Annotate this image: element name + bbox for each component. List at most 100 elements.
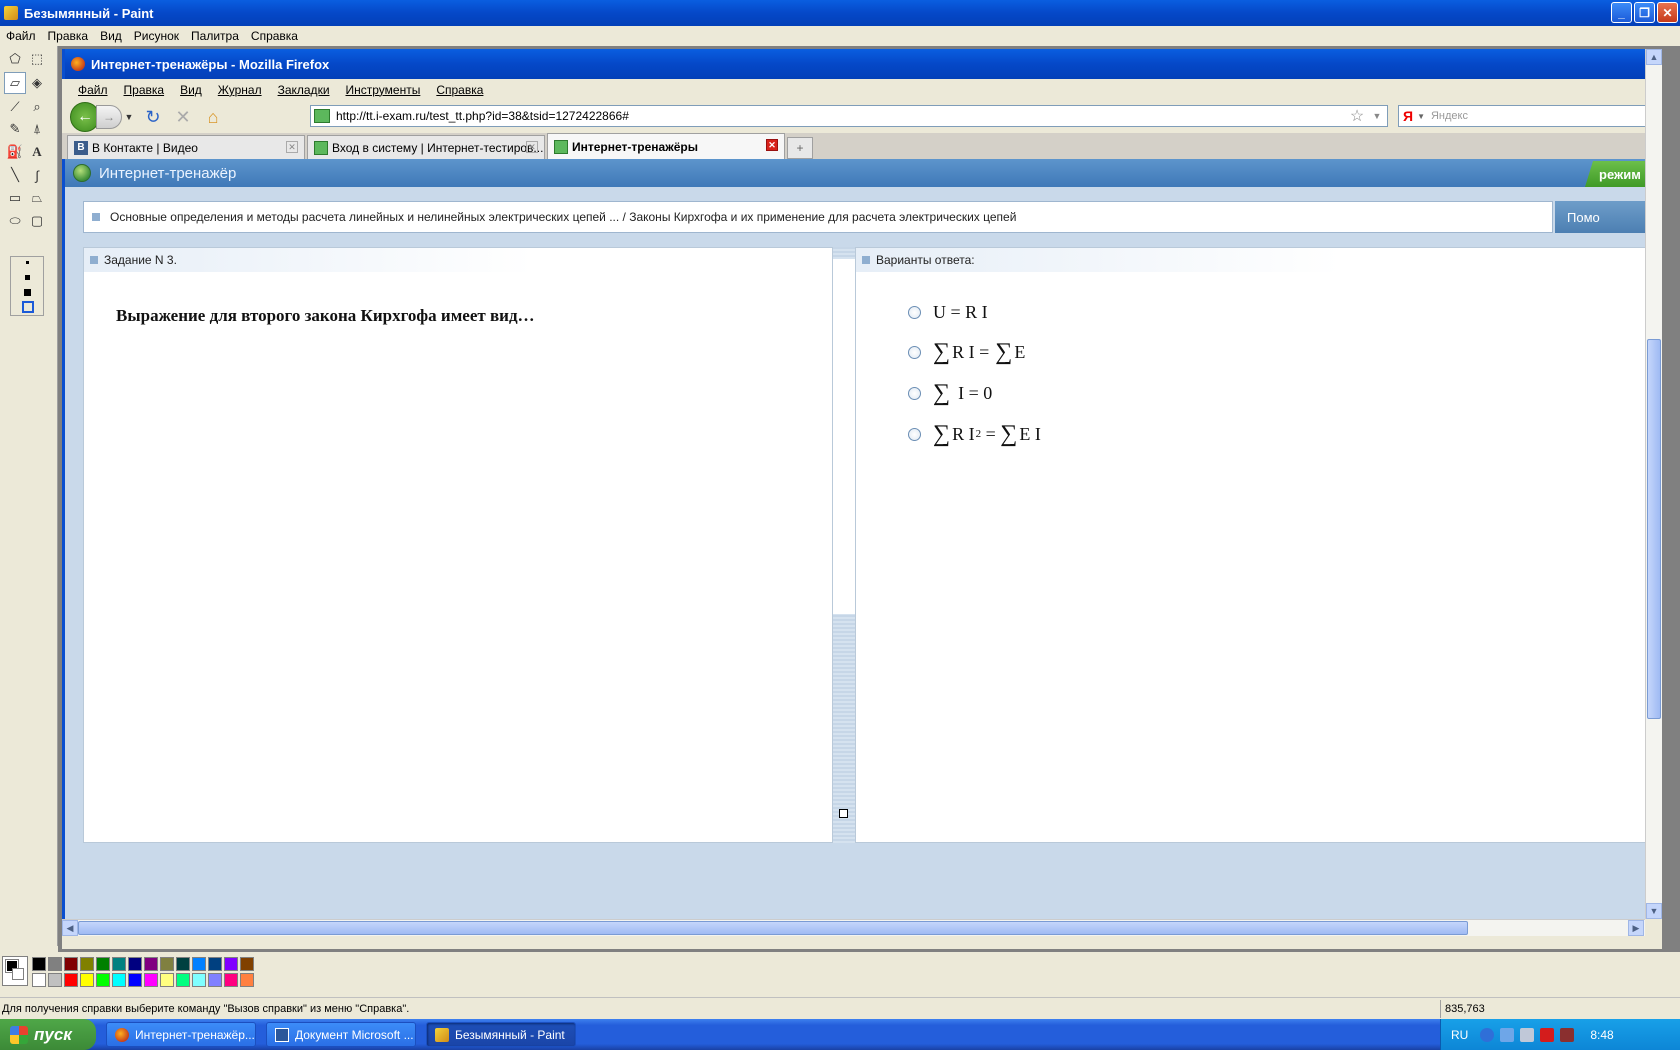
color-swatch[interactable] [80, 973, 94, 987]
color-swatch[interactable] [80, 957, 94, 971]
answer-option-3[interactable]: ∑ I = 0 [908, 381, 992, 405]
speaker-icon[interactable] [1520, 1027, 1535, 1042]
ellipse-icon[interactable]: ⬭ [4, 210, 26, 232]
color-swatch[interactable] [176, 973, 190, 987]
url-bar[interactable]: http://tt.i-exam.ru/test_tt.php?id=38&ts… [310, 105, 1388, 127]
color-swatch[interactable] [128, 957, 142, 971]
color-swatch[interactable] [112, 957, 126, 971]
polygon-icon[interactable]: ⏢ [26, 187, 48, 209]
vertical-scroll-thumb[interactable] [1647, 339, 1661, 719]
network-icon[interactable] [1500, 1027, 1515, 1042]
color-swatch[interactable] [240, 957, 254, 971]
menu-edit[interactable]: Правка [42, 29, 95, 43]
color-swatch[interactable] [192, 957, 206, 971]
app-tray-icon[interactable] [1560, 1027, 1575, 1042]
color-swatch[interactable] [64, 957, 78, 971]
color-swatch[interactable] [128, 973, 142, 987]
resize-handle[interactable] [839, 809, 848, 818]
ff-menu-file[interactable]: Файл [70, 83, 116, 97]
rect-select-icon[interactable]: ⬚ [26, 48, 48, 70]
chevron-icon[interactable] [1480, 1027, 1495, 1042]
eraser-size-options[interactable] [10, 256, 44, 316]
search-engine-dropdown-icon[interactable]: ▼ [1417, 112, 1425, 121]
tab-close-icon[interactable]: ✕ [526, 141, 538, 153]
rounded-rect-icon[interactable]: ▢ [26, 210, 48, 232]
color-swatch[interactable] [240, 973, 254, 987]
answer-option-1[interactable]: U = R I [908, 302, 988, 323]
forward-button[interactable]: → [96, 105, 122, 129]
eraser-icon[interactable]: ▱ [4, 72, 26, 94]
text-tool-icon[interactable]: A [26, 141, 48, 163]
color-swatch[interactable] [192, 973, 206, 987]
language-indicator[interactable]: RU [1451, 1028, 1468, 1042]
tab-close-icon[interactable]: ✕ [286, 141, 298, 153]
paint-title-bar[interactable]: Безымянный - Paint _ ❐ ✕ [0, 0, 1680, 26]
color-swatch[interactable] [112, 973, 126, 987]
curve-icon[interactable]: ∫ [26, 164, 48, 186]
color-swatch[interactable] [48, 957, 62, 971]
scroll-right-icon[interactable]: ▶ [1628, 920, 1644, 936]
ff-menu-help[interactable]: Справка [428, 83, 491, 97]
radio-button[interactable] [908, 386, 921, 400]
ff-menu-edit[interactable]: Правка [116, 83, 173, 97]
url-text[interactable]: http://tt.i-exam.ru/test_tt.php?id=38&ts… [336, 109, 1347, 123]
pencil-icon[interactable]: ✎ [4, 118, 26, 140]
url-dropdown-icon[interactable]: ▼ [1367, 111, 1387, 121]
color-swatch[interactable] [144, 957, 158, 971]
radio-button[interactable] [908, 345, 921, 359]
color-swatch[interactable] [224, 973, 238, 987]
scroll-up-icon[interactable]: ▲ [1646, 49, 1662, 65]
color-swatch[interactable] [48, 973, 62, 987]
site-identity-icon[interactable] [314, 109, 330, 123]
color-swatch[interactable] [160, 957, 174, 971]
yandex-logo[interactable]: Я [1399, 108, 1417, 124]
start-button[interactable]: пуск [0, 1019, 96, 1050]
menu-view[interactable]: Вид [94, 29, 128, 43]
answer-option-2[interactable]: ∑ R I = ∑ E [908, 340, 1025, 364]
color-swatch[interactable] [32, 957, 46, 971]
color-swatch[interactable] [64, 973, 78, 987]
color-swatch[interactable] [32, 973, 46, 987]
tab-login[interactable]: Вход в систему | Интернет-тестиров... ✕ [307, 135, 545, 159]
answer-option-4[interactable]: ∑ R I 2 = ∑ E I [908, 422, 1041, 446]
taskbar-item-paint[interactable]: Безымянный - Paint [426, 1022, 576, 1047]
tab-trainer[interactable]: Интернет-тренажёры ✕ [547, 133, 785, 159]
antivirus-icon[interactable] [1540, 1027, 1555, 1042]
reload-icon[interactable]: ↻ [140, 104, 166, 130]
ff-menu-view[interactable]: Вид [172, 83, 210, 97]
tab-close-icon[interactable]: ✕ [766, 139, 778, 151]
eraser-size-selected[interactable] [22, 301, 34, 313]
bookmark-star-icon[interactable]: ☆ [1347, 106, 1367, 126]
scroll-left-icon[interactable]: ◀ [62, 920, 78, 936]
search-input[interactable]: Я ▼ Яндекс [1398, 105, 1662, 127]
magnifier-icon[interactable]: ⌕ [26, 96, 48, 118]
ff-menu-history[interactable]: Журнал [210, 83, 270, 97]
close-button[interactable]: ✕ [1657, 2, 1678, 23]
home-icon[interactable]: ⌂ [200, 104, 226, 130]
menu-file[interactable]: Файл [0, 29, 42, 43]
color-swatch[interactable] [176, 957, 190, 971]
taskbar-item-firefox[interactable]: Интернет-тренажёр... [106, 1022, 256, 1047]
color-swatch[interactable] [208, 973, 222, 987]
firefox-window[interactable]: Интернет-тренажёры - Mozilla Firefox Фай… [62, 49, 1662, 949]
fill-bucket-icon[interactable]: ◈ [26, 72, 48, 94]
ff-menu-bookmarks[interactable]: Закладки [270, 83, 338, 97]
background-color[interactable] [12, 968, 24, 980]
minimize-button[interactable]: _ [1611, 2, 1632, 23]
vertical-scrollbar[interactable]: ▲ ▼ [1645, 49, 1662, 919]
menu-palette[interactable]: Палитра [185, 29, 245, 43]
history-dropdown-icon[interactable]: ▼ [122, 112, 136, 122]
line-icon[interactable]: ╲ [4, 164, 26, 186]
tab-vkontakte[interactable]: B В Контакте | Видео ✕ [67, 135, 305, 159]
stop-icon[interactable]: ✕ [170, 104, 196, 130]
radio-button[interactable] [908, 306, 921, 319]
color-swatch[interactable] [144, 973, 158, 987]
color-swatch[interactable] [224, 957, 238, 971]
new-tab-button[interactable]: + [787, 137, 813, 159]
horizontal-scroll-thumb[interactable] [78, 921, 1468, 935]
ff-menu-tools[interactable]: Инструменты [338, 83, 429, 97]
color-swatch[interactable] [96, 957, 110, 971]
rectangle-icon[interactable]: ▭ [4, 187, 26, 209]
color-swatch[interactable] [96, 973, 110, 987]
taskbar-item-word[interactable]: Документ Microsoft ... [266, 1022, 416, 1047]
